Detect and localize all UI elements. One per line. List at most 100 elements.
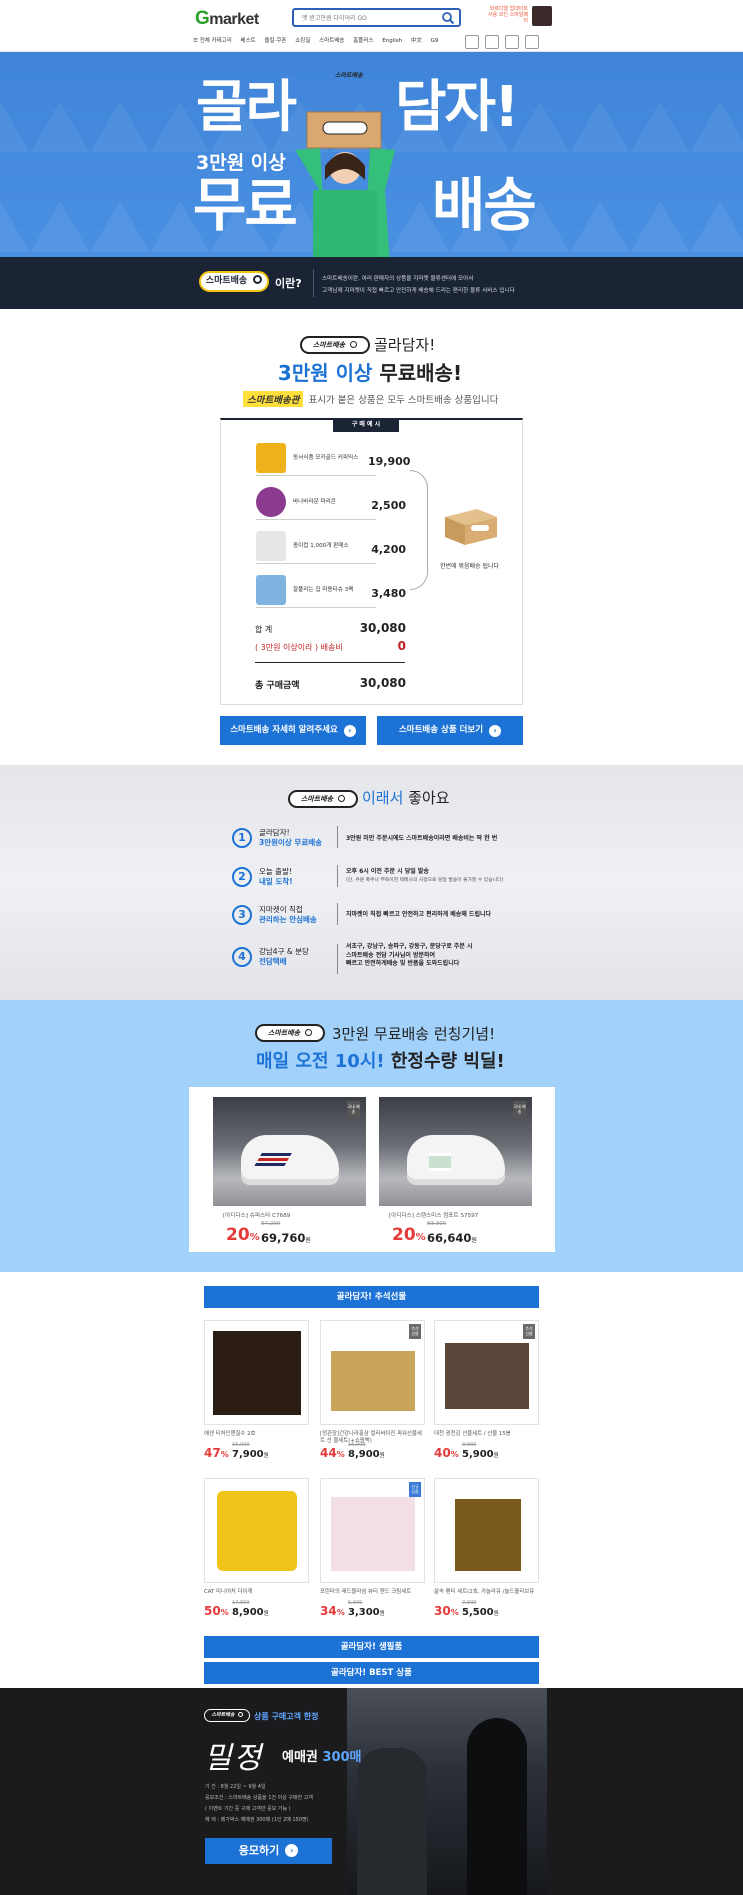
hero-title-left: 골라: [196, 75, 297, 140]
nav-item[interactable]: G9: [431, 38, 439, 44]
recent-icon[interactable]: [505, 35, 519, 49]
product-name[interactable]: 포린타의 레드블라섬 뷰티 핸드 크림세트: [320, 1589, 425, 1596]
smart-delivery-details-button[interactable]: 스마트배송 자세히 알려주세요 ›: [220, 716, 366, 745]
discount-value: 34: [320, 1604, 337, 1618]
sale-price: 69,760원: [261, 1231, 311, 1245]
product-name[interactable]: 에센 티처인헨질수 2호: [204, 1431, 309, 1438]
nav-item[interactable]: 中文: [411, 36, 422, 44]
deal-product-name[interactable]: [아디다스] 스탠스미스 컴포트 S7597: [389, 1211, 478, 1219]
example-item-row: 바나바라운 마리콘: [256, 484, 376, 520]
category-menu-button[interactable]: ☰ 전체 카테고리: [193, 36, 232, 44]
headline-rest: 무료배송!: [372, 361, 463, 385]
discount-value: 44: [320, 1446, 337, 1460]
divider: [337, 865, 338, 887]
nav-item[interactable]: 스마트배송: [319, 36, 344, 44]
event-benefit: 혜 택 : 메가박스 예매권 300매 (1인 2매 150명): [205, 1817, 309, 1823]
nav-item[interactable]: English: [382, 38, 402, 44]
nav-item[interactable]: 홈플러스: [353, 36, 373, 44]
product-name[interactable]: 삶속 펜티 세트(2호, 카놀라유 /놀드올리브유: [434, 1589, 539, 1596]
product-card[interactable]: 추석 선물: [434, 1320, 539, 1425]
sneaker-image: [241, 1135, 339, 1179]
header-icon-group: [465, 34, 550, 49]
smart-delivery-pill: 스마트배송: [288, 790, 358, 808]
gmarket-logo[interactable]: Gmarket: [195, 8, 259, 30]
shoe-straps: [429, 1153, 451, 1171]
search-input[interactable]: 엣 받고만큼 다이어리 GO: [302, 13, 367, 22]
deal-product-name[interactable]: [아디다스] 슈퍼스타 C7689: [223, 1211, 290, 1219]
button-label: 응모하기: [238, 1844, 280, 1857]
pill-label: 스마트배송: [267, 1029, 301, 1037]
hero-free-right: 배송: [432, 171, 537, 239]
header-promo-banner[interactable]: 와르디엘 업데이트 사용 코인 스마일페이: [484, 6, 552, 28]
nav-item[interactable]: 올킬·쿠폰: [264, 36, 286, 44]
search-box[interactable]: 엣 받고만큼 다이어리 GO: [292, 8, 461, 27]
daily-necessities-button[interactable]: 골라담자! 생필품: [204, 1636, 539, 1658]
benefit-title-highlight: 전담택배: [259, 957, 287, 966]
headline-highlight: 3만원 이상: [277, 361, 373, 385]
page: Gmarket 엣 받고만큼 다이어리 GO 와르디엘 업데이트 사용 코인 스…: [0, 0, 743, 1895]
logo-g: G: [195, 8, 210, 29]
original-price: 17,800: [232, 1600, 250, 1606]
benefit-desc: 지마켓이 직접 빠르고 안전하고 편리하게 배송해 드립니다: [346, 911, 492, 918]
smart-delivery-info-bar: 스마트배송 이란? 스마트배송이란, 여러 판매자의 상품을 지마켓 물류센터에…: [0, 257, 743, 309]
product-card[interactable]: [204, 1478, 309, 1583]
launch-title: 3만원 무료배송 런칭기념!: [332, 1025, 496, 1043]
promo-text: 와르디엘 업데이트 사용 코인 스마일페이: [488, 6, 528, 24]
subtotal-label: 합 계: [255, 625, 273, 634]
original-price: 15,000: [232, 1442, 250, 1448]
best-products-button[interactable]: 골라담자! BEST 상품: [204, 1662, 539, 1684]
deal-product-image[interactable]: 국내 배송: [379, 1097, 532, 1206]
benefit-number: 2: [232, 867, 252, 887]
title-highlight: 이래서: [362, 789, 404, 807]
nav-item[interactable]: 베스트: [241, 36, 256, 44]
event-eligibility: 상품 구매고객 한정: [254, 1712, 319, 1721]
shipping-fee-label: ( 3만원 이상이라 ) 배송비: [255, 643, 343, 652]
benefit-title-line: 지마켓이 직접: [259, 905, 303, 914]
movie-poster-image: [347, 1688, 547, 1895]
sale-price: 5,900원: [462, 1449, 499, 1460]
benefit-title: 골라담자! 3만원이상 무료배송: [259, 828, 322, 848]
product-card[interactable]: [204, 1320, 309, 1425]
smart-delivery-more-button[interactable]: 스마트배송 상품 더보기 ›: [377, 716, 523, 745]
price-value: 7,900: [232, 1449, 264, 1460]
hero-free-left: 무료: [193, 171, 298, 239]
price-value: 3,300: [348, 1607, 380, 1618]
item-name: 잘풀리는 집 미용티슈 3팩: [293, 587, 354, 593]
discount-value: 40: [434, 1446, 451, 1460]
nav-item[interactable]: 쇼킹딜: [295, 36, 310, 44]
login-icon[interactable]: [465, 35, 479, 49]
product-name[interactable]: [정관장]건강나라홍삼 컬러바이진 파워선물세트 선 물세트(+쇼핑백): [320, 1431, 425, 1445]
actor-silhouette: [357, 1748, 427, 1895]
apply-button[interactable]: 응모하기 ›: [205, 1838, 332, 1864]
product-card[interactable]: 신규 상품: [320, 1478, 425, 1583]
badge: 국내 배송: [513, 1101, 526, 1118]
headline-highlight: 매일 오전 10시!: [256, 1051, 385, 1072]
sale-price: 8,900원: [348, 1449, 385, 1460]
event-condition: 응모조건 : 스마트배송 상품을 1건 이상 구매한 고객: [205, 1795, 313, 1801]
desc-text: 표시가 붙은 상품은 모두 스마트배송 상품입니다: [308, 395, 499, 406]
product-card[interactable]: [434, 1478, 539, 1583]
price-value: 66,640: [427, 1231, 472, 1245]
product-name[interactable]: CAT 미니어처 다이캐: [204, 1589, 309, 1596]
benefit-title-highlight: 내일 도착!: [259, 877, 293, 886]
search-icon[interactable]: [441, 11, 455, 25]
mypage-icon[interactable]: [485, 35, 499, 49]
actor-silhouette: [467, 1718, 527, 1895]
benefits-title: 이래서 좋아요: [362, 787, 450, 808]
product-image: [217, 1491, 297, 1571]
event-condition-note: ( 이벤트 기간 중 구매 고객만 응모 가능 ): [205, 1806, 291, 1812]
badge: 신규 상품: [409, 1482, 421, 1497]
deal-product-image[interactable]: 국내 배송: [213, 1097, 366, 1206]
cart-icon[interactable]: [525, 35, 539, 49]
original-price: 87,200: [261, 1221, 281, 1227]
discount-value: 20: [226, 1225, 250, 1245]
product-name[interactable]: 대천 광천김 선물세트 / 선물 15봉: [434, 1431, 539, 1438]
search-icon: [338, 795, 346, 802]
benefit-number: 1: [232, 828, 252, 848]
product-card[interactable]: 추석 선물: [320, 1320, 425, 1425]
sale-price: 5,500원: [462, 1607, 499, 1618]
arrow-right-icon: ›: [343, 725, 356, 737]
original-price: 7,900: [462, 1600, 477, 1606]
benefit-title: 오늘 출발! 내일 도착!: [259, 867, 293, 887]
item-price: 3,480: [371, 587, 406, 600]
